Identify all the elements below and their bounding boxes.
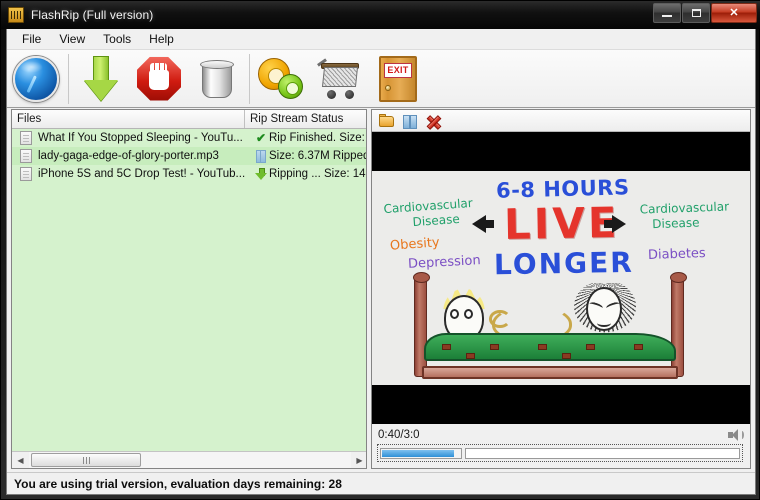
column-header-files[interactable]: Files bbox=[12, 110, 245, 128]
folder-open-icon[interactable] bbox=[379, 113, 395, 129]
text-live: LIVE bbox=[503, 197, 621, 250]
green-check-icon: ✔ bbox=[255, 131, 267, 145]
title-bar: FlashRip (Full version) ✕ bbox=[1, 1, 760, 29]
status-bar: You are using trial version, evaluation … bbox=[7, 472, 755, 494]
trial-status-text: You are using trial version, evaluation … bbox=[14, 476, 342, 491]
file-icon bbox=[20, 167, 32, 181]
file-icon bbox=[20, 149, 32, 163]
menu-bar: File View Tools Help bbox=[7, 29, 755, 50]
close-button[interactable]: ✕ bbox=[711, 3, 757, 23]
player-toolbar bbox=[372, 110, 750, 132]
sleeping-couple-sketch bbox=[413, 272, 687, 383]
scroll-right-arrow-icon[interactable]: ▶ bbox=[351, 452, 366, 468]
seek-bar[interactable] bbox=[377, 444, 743, 462]
speaker-icon[interactable] bbox=[728, 428, 744, 442]
video-player-panel: Cardiovascular Disease Obesity Depressio… bbox=[371, 109, 751, 469]
file-status: Ripping ... Size: 149 bbox=[269, 168, 367, 180]
label-cardiovascular-right: Cardiovascular Disease bbox=[639, 199, 730, 232]
scroll-left-arrow-icon[interactable]: ◀ bbox=[12, 452, 29, 468]
video-stage[interactable]: Cardiovascular Disease Obesity Depressio… bbox=[372, 132, 750, 424]
green-download-arrow-icon bbox=[253, 167, 269, 181]
column-header-status[interactable]: Rip Stream Status bbox=[245, 110, 366, 128]
arrow-right-icon bbox=[604, 215, 626, 233]
minimize-button[interactable] bbox=[653, 3, 681, 23]
window-controls: ✕ bbox=[653, 3, 757, 23]
toolbar-separator bbox=[68, 53, 69, 104]
gears-icon bbox=[258, 56, 306, 102]
maximize-icon bbox=[691, 9, 701, 17]
red-stop-hand-icon bbox=[137, 56, 181, 101]
settings-button[interactable] bbox=[253, 52, 311, 106]
file-icon bbox=[20, 131, 32, 145]
exit-door-icon: EXIT bbox=[379, 55, 417, 102]
red-x-icon[interactable] bbox=[425, 113, 441, 129]
delete-button[interactable] bbox=[188, 52, 246, 106]
arrow-left-icon bbox=[472, 215, 494, 233]
toolbar-separator bbox=[249, 53, 250, 104]
label-obesity: Obesity bbox=[389, 235, 441, 254]
seek-progress[interactable] bbox=[380, 447, 462, 459]
buy-button[interactable] bbox=[311, 52, 369, 106]
application-window: FlashRip (Full version) ✕ File View Tool… bbox=[0, 0, 760, 500]
browse-button[interactable] bbox=[7, 52, 65, 106]
table-row[interactable]: What If You Stopped Sleeping - YouTu... … bbox=[12, 129, 366, 147]
window-title: FlashRip (Full version) bbox=[31, 8, 154, 22]
menu-item-tools[interactable]: Tools bbox=[94, 30, 140, 48]
client-area: File View Tools Help EXIT Files Rip Stre… bbox=[6, 29, 756, 495]
file-name: lady-gaga-edge-of-glory-porter.mp3 bbox=[38, 150, 219, 162]
player-time-row: 0:40/3:0 bbox=[372, 426, 750, 444]
file-list-horizontal-scrollbar[interactable]: ◀ ▶ bbox=[12, 451, 366, 468]
scrollbar-track[interactable] bbox=[29, 452, 351, 468]
label-depression: Depression bbox=[407, 253, 482, 272]
file-status: Size: 6.37M Ripped bbox=[269, 150, 367, 162]
file-list-body[interactable]: What If You Stopped Sleeping - YouTu... … bbox=[12, 129, 367, 451]
menu-item-file[interactable]: File bbox=[13, 30, 50, 48]
file-status: Rip Finished. Size: bbox=[269, 132, 365, 144]
globe-icon bbox=[13, 55, 59, 102]
file-list-header: Files Rip Stream Status bbox=[12, 110, 366, 129]
scrollbar-grip-icon bbox=[82, 456, 90, 464]
shopping-cart-icon bbox=[317, 57, 363, 99]
exit-sign-label: EXIT bbox=[384, 62, 412, 78]
toolbar: EXIT bbox=[7, 50, 755, 108]
pause-icon[interactable] bbox=[402, 113, 418, 129]
file-name: iPhone 5S and 5C Drop Test! - YouTub... bbox=[38, 168, 246, 180]
split-container: Files Rip Stream Status What If You Stop… bbox=[7, 108, 755, 472]
exit-button[interactable]: EXIT bbox=[369, 52, 427, 106]
table-row[interactable]: lady-gaga-edge-of-glory-porter.mp3 Size:… bbox=[12, 147, 367, 165]
trash-can-icon bbox=[200, 58, 234, 100]
video-frame: Cardiovascular Disease Obesity Depressio… bbox=[372, 171, 750, 385]
download-button[interactable] bbox=[72, 52, 130, 106]
seek-remaining[interactable] bbox=[465, 447, 740, 459]
label-diabetes: Diabetes bbox=[647, 245, 706, 264]
scrollbar-thumb[interactable] bbox=[31, 453, 141, 467]
stop-button[interactable] bbox=[130, 52, 188, 106]
pause-icon bbox=[253, 149, 269, 163]
player-controls: 0:40/3:0 bbox=[372, 424, 750, 468]
maximize-button[interactable] bbox=[682, 3, 710, 23]
green-down-arrow-icon bbox=[84, 55, 118, 102]
time-label: 0:40/3:0 bbox=[378, 429, 420, 441]
file-name: What If You Stopped Sleeping - YouTu... bbox=[38, 132, 243, 144]
table-row[interactable]: iPhone 5S and 5C Drop Test! - YouTub... … bbox=[12, 165, 367, 183]
menu-item-view[interactable]: View bbox=[50, 30, 94, 48]
minimize-icon bbox=[662, 15, 672, 17]
label-cardiovascular-left: Cardiovascular Disease bbox=[383, 195, 474, 230]
menu-item-help[interactable]: Help bbox=[140, 30, 183, 48]
rip-film-icon bbox=[8, 7, 24, 23]
file-list-panel: Files Rip Stream Status What If You Stop… bbox=[11, 109, 367, 469]
